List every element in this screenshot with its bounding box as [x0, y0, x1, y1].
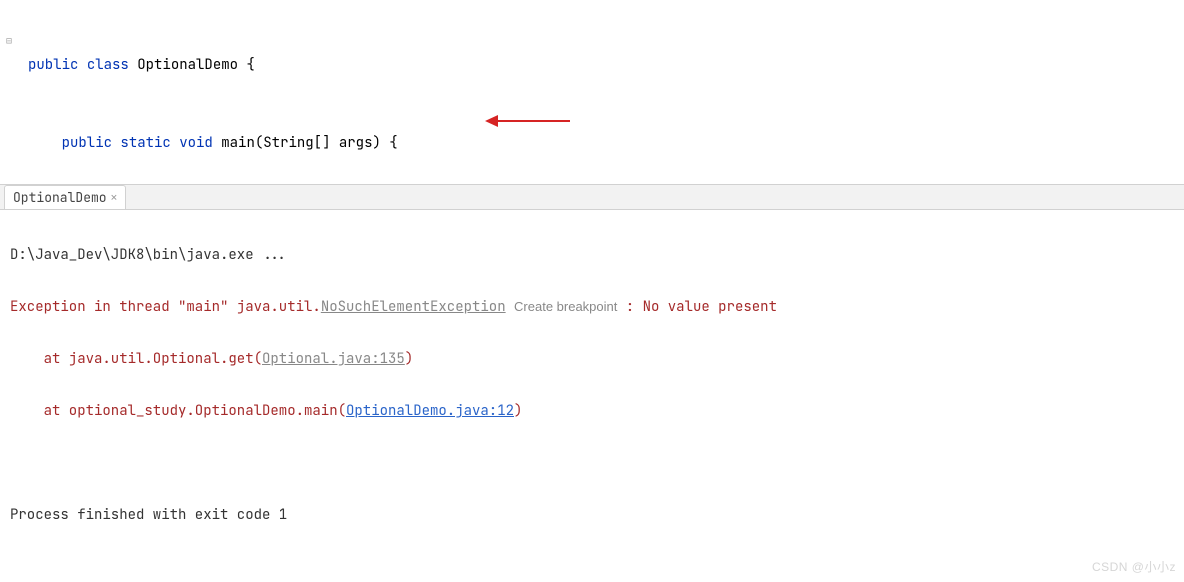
stack-link[interactable]: Optional.java:135 [262, 350, 405, 368]
fold-marker-icon[interactable]: ⊟ [4, 36, 14, 46]
editor-gutter: ⊟ ⊟ ⊟ ⊟ ⊟ [0, 0, 18, 184]
close-icon[interactable]: ✕ [111, 191, 118, 205]
code-line[interactable]: public class OptionalDemo { [28, 52, 1184, 78]
console-line: at java.util.Optional.get(Optional.java:… [10, 346, 1174, 372]
console-line [10, 450, 1174, 476]
run-tab-label: OptionalDemo [13, 189, 107, 206]
run-tab[interactable]: OptionalDemo ✕ [4, 185, 126, 209]
console-output[interactable]: D:\Java_Dev\JDK8\bin\java.exe ... Except… [0, 210, 1184, 582]
annotation-arrow-icon [480, 110, 580, 132]
exception-link[interactable]: NoSuchElementException [321, 298, 506, 316]
create-breakpoint-button[interactable]: Create breakpoint [514, 299, 617, 314]
watermark: CSDN @小小z [1092, 554, 1176, 580]
run-tab-bar: OptionalDemo ✕ [0, 184, 1184, 210]
console-line: Exception in thread "main" java.util.NoS… [10, 294, 1174, 320]
code-area[interactable]: public class OptionalDemo { public stati… [28, 0, 1184, 184]
console-line: D:\Java_Dev\JDK8\bin\java.exe ... [10, 242, 1174, 268]
stack-link[interactable]: OptionalDemo.java:12 [346, 402, 514, 420]
code-line[interactable]: public static void main(String[] args) { [28, 130, 1184, 156]
code-editor[interactable]: ⊟ ⊟ ⊟ ⊟ ⊟ public class OptionalDemo { pu… [0, 0, 1184, 184]
console-line: Process finished with exit code 1 [10, 502, 1174, 528]
console-line: at optional_study.OptionalDemo.main(Opti… [10, 398, 1174, 424]
